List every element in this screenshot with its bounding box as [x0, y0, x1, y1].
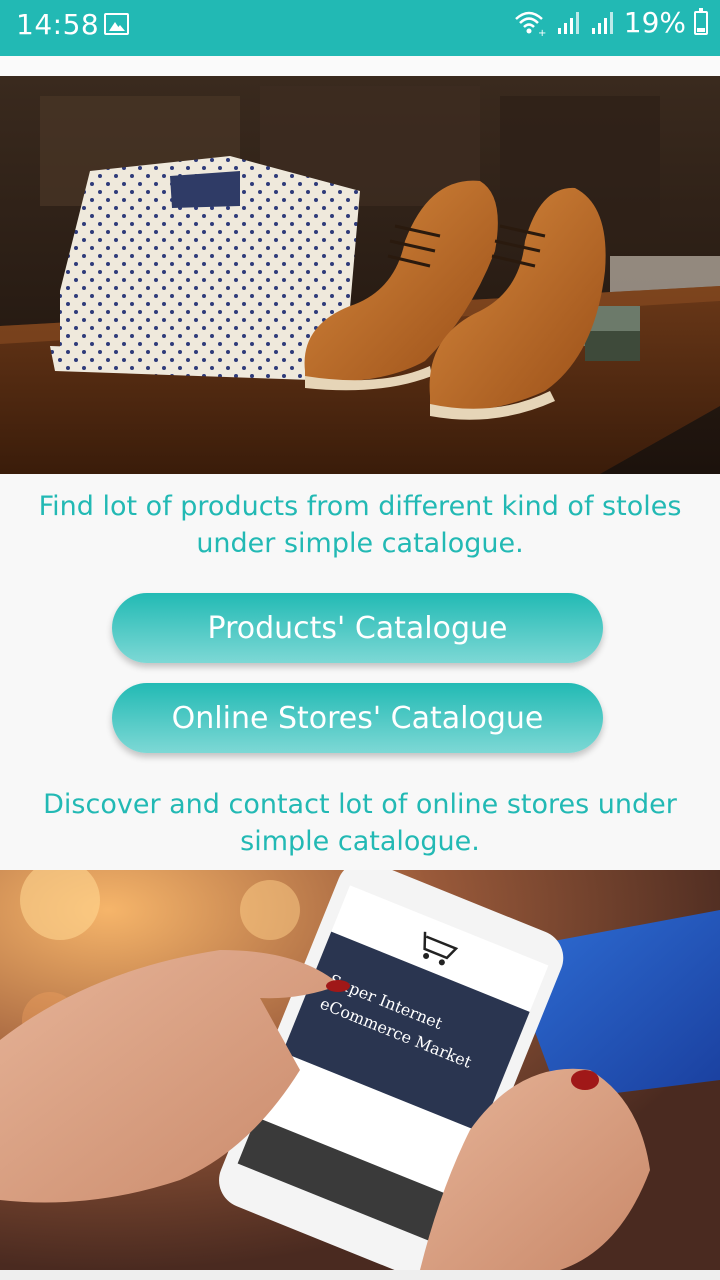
- products-tagline: Find lot of products from different kind…: [38, 491, 682, 559]
- stores-tagline: Discover and contact lot of online store…: [43, 789, 677, 857]
- status-bar: 14:58 + 19%: [0, 0, 720, 56]
- image-icon: [104, 13, 129, 35]
- online-stores-catalogue-button[interactable]: Online Stores' Catalogue: [112, 683, 603, 753]
- battery-charging-icon: [694, 7, 708, 35]
- status-time: 14:58: [16, 8, 100, 41]
- wifi-icon: +: [514, 11, 546, 37]
- status-right-group: + 19%: [514, 6, 708, 39]
- signal-icon: [591, 11, 613, 34]
- svg-text:+: +: [538, 28, 546, 37]
- signal-icon: [557, 11, 579, 34]
- bottom-edge: [0, 1270, 720, 1280]
- top-spacer: [0, 56, 720, 76]
- hero-image-phone-shopping: Super Internet eCommerce Market: [0, 870, 720, 1270]
- hero-image-shirts-shoes: [0, 76, 720, 474]
- battery-percent: 19%: [623, 6, 686, 39]
- products-catalogue-button[interactable]: Products' Catalogue: [112, 593, 603, 663]
